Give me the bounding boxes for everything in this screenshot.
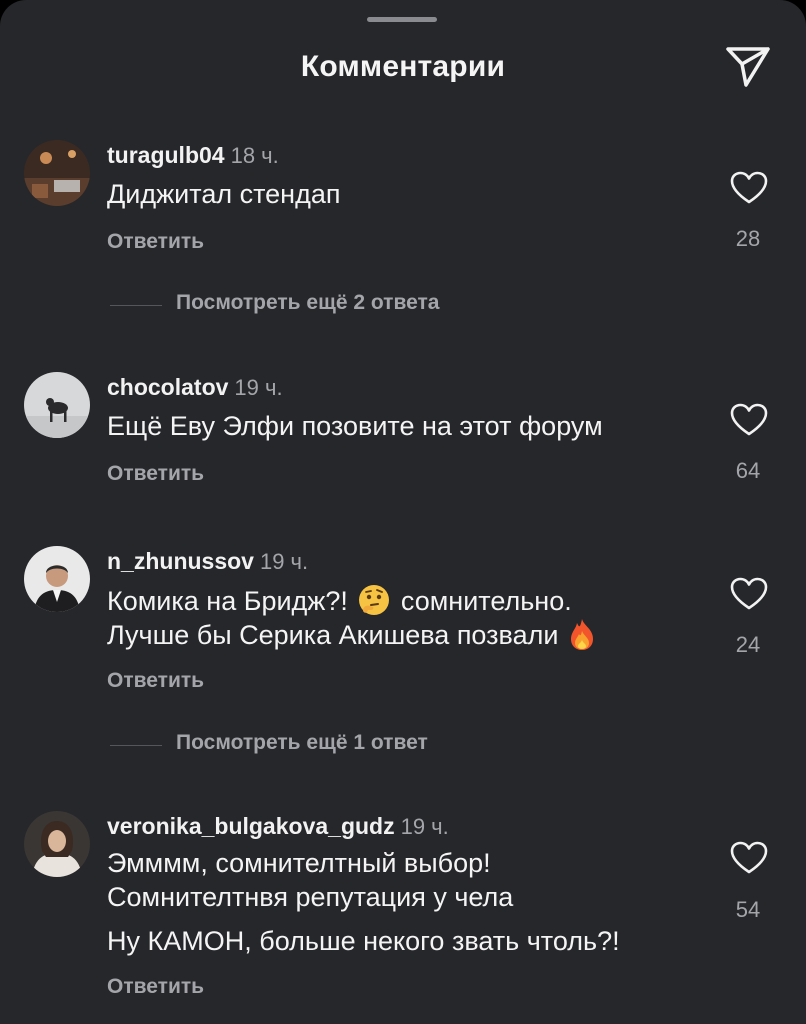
comment-text: Ну КАМОН, больше некого звать чтоль?!	[107, 926, 620, 956]
heart-icon[interactable]	[730, 841, 768, 875]
like-count: 28	[735, 226, 761, 251]
comment-text: Диджитал стендап	[107, 179, 341, 209]
comment-time: 19 ч.	[234, 375, 283, 400]
comment-time: 19 ч.	[259, 549, 309, 574]
comment-text: Лучше бы Серика Акишева позвали	[107, 617, 598, 653]
reply-button[interactable]: Ответить	[107, 975, 204, 999]
comment-text-part: Комика на Бридж?!	[107, 586, 348, 616]
comments-sheet: Комментарии turagulb04 18 ч. Диджитал сте…	[0, 0, 806, 1024]
comment-time: 18 ч.	[230, 143, 279, 168]
comment-username[interactable]: turagulb04	[107, 142, 225, 168]
comment-meta: n_zhunussov 19 ч.	[107, 548, 308, 575]
avatar[interactable]	[24, 546, 90, 612]
fire-emoji	[570, 618, 593, 650]
comment-meta: turagulb04 18 ч.	[107, 142, 279, 169]
comment-text-part: Лучше бы Серика Акишева позвали	[107, 620, 559, 650]
comment-text: Эмммм, сомнителтный выбор!	[107, 848, 491, 878]
reply-button[interactable]: Ответить	[107, 669, 204, 693]
divider	[110, 305, 162, 306]
avatar[interactable]	[24, 140, 90, 206]
like-count: 64	[735, 458, 761, 483]
comment-username[interactable]: veronika_bulgakova_gudz	[107, 813, 395, 839]
comment-meta: chocolatov 19 ч.	[107, 374, 283, 401]
sheet-grabber[interactable]	[367, 17, 437, 22]
reply-button[interactable]: Ответить	[107, 230, 204, 254]
thinking-face-emoji	[359, 584, 390, 615]
reply-button[interactable]: Ответить	[107, 462, 204, 486]
heart-icon[interactable]	[730, 577, 768, 611]
view-more-replies-label[interactable]: Посмотреть ещё 2 ответа	[176, 291, 439, 315]
heart-icon[interactable]	[730, 403, 768, 437]
comment-text: Ещё Еву Элфи позовите на этот форум	[107, 411, 603, 441]
view-more-replies-label[interactable]: Посмотреть ещё 1 ответ	[176, 731, 428, 755]
avatar[interactable]	[24, 372, 90, 438]
comment-text: Комика на Бридж?! сомнительно.	[107, 583, 572, 619]
comment-time: 19 ч.	[400, 814, 449, 839]
like-count: 54	[735, 897, 761, 922]
comment-username[interactable]: chocolatov	[107, 374, 228, 400]
heart-icon[interactable]	[730, 171, 768, 205]
comment-text: Сомнителтнвя репутация у чела	[107, 882, 514, 912]
comment-text-part: сомнительно.	[400, 586, 572, 616]
avatar[interactable]	[24, 811, 90, 877]
comment-username[interactable]: n_zhunussov	[107, 548, 254, 574]
comment-meta: veronika_bulgakova_gudz 19 ч.	[107, 813, 449, 840]
send-icon[interactable]	[724, 44, 772, 88]
divider	[110, 745, 162, 746]
like-count: 24	[735, 632, 761, 657]
page-title: Комментарии	[300, 50, 506, 83]
